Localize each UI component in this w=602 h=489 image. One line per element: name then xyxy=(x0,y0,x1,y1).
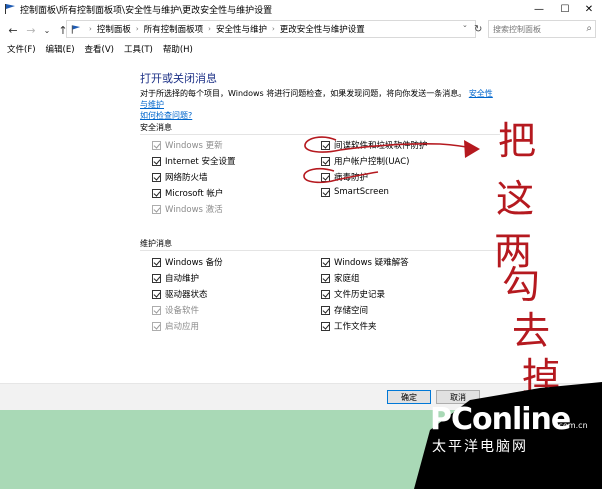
watermark-domain: .com.cn xyxy=(556,421,588,430)
watermark-logo: PConline xyxy=(430,402,571,437)
watermark-chinese-name: 太平洋电脑网 xyxy=(432,439,528,455)
